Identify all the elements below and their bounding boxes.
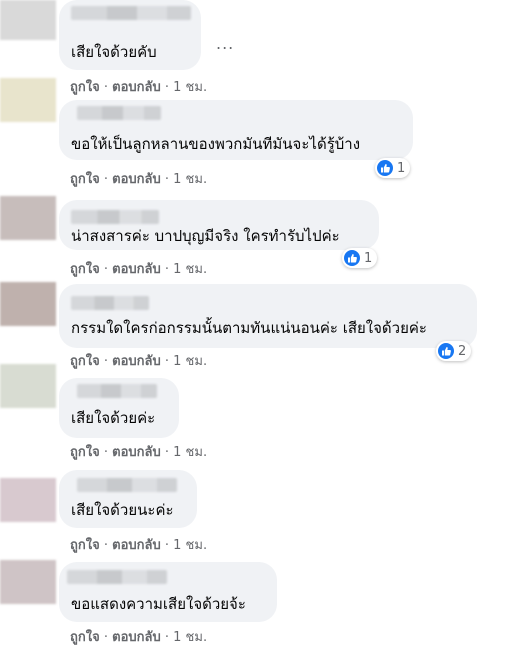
- separator: ·: [164, 630, 170, 645]
- comment-text: ขอแสดงความเสียใจด้วยจ้ะ: [71, 595, 246, 613]
- comment-text: กรรมใดใครก่อกรรมนั้นตามทันแน่นอนค่ะ เสีย…: [71, 319, 427, 337]
- reply-link[interactable]: ตอบกลับ: [112, 172, 161, 187]
- comment-text: เสียใจด้วยคับ: [71, 43, 157, 61]
- comment-bubble: น่าสงสารค่ะ บาปบุญมีจริง ใครทำรับไปค่ะ: [59, 200, 379, 250]
- comment-bubble: เสียใจด้วยค่ะ: [59, 378, 179, 438]
- commenter-name[interactable]: [77, 384, 157, 398]
- reply-link[interactable]: ตอบกลับ: [112, 354, 161, 369]
- separator: ·: [164, 354, 170, 369]
- commenter-name[interactable]: [71, 296, 149, 310]
- separator: ·: [164, 445, 170, 460]
- separator: ·: [164, 172, 170, 187]
- thumbs-up-icon: [438, 343, 454, 359]
- reply-link[interactable]: ตอบกลับ: [112, 445, 161, 460]
- separator: ·: [164, 80, 170, 95]
- reaction-count[interactable]: 1: [342, 248, 378, 268]
- reply-link[interactable]: ตอบกลับ: [112, 630, 161, 645]
- comment-actions: ถูกใจ · ตอบกลับ · 1 ชม.: [70, 538, 207, 554]
- reply-link[interactable]: ตอบกลับ: [112, 80, 161, 95]
- thumbs-up-icon: [344, 250, 360, 266]
- like-link[interactable]: ถูกใจ: [70, 262, 100, 277]
- like-link[interactable]: ถูกใจ: [70, 172, 100, 187]
- comment-text: เสียใจด้วยนะค่ะ: [71, 501, 174, 519]
- like-link[interactable]: ถูกใจ: [70, 445, 100, 460]
- comment-actions: ถูกใจ · ตอบกลับ · 1 ชม.: [70, 354, 207, 370]
- comment-text: ขอให้เป็นลูกหลานของพวกมันทีมันจะได้รู้บ้…: [71, 135, 361, 153]
- timestamp[interactable]: 1 ชม.: [173, 445, 207, 460]
- like-link[interactable]: ถูกใจ: [70, 630, 100, 645]
- separator: ·: [103, 80, 108, 95]
- separator: ·: [103, 445, 108, 460]
- like-link[interactable]: ถูกใจ: [70, 354, 100, 369]
- comment-bubble: กรรมใดใครก่อกรรมนั้นตามทันแน่นอนค่ะ เสีย…: [59, 284, 477, 348]
- separator: ·: [103, 630, 108, 645]
- more-options-icon[interactable]: ...: [216, 34, 234, 53]
- comment-actions: ถูกใจ · ตอบกลับ · 1 ชม.: [70, 172, 207, 188]
- avatar[interactable]: [0, 0, 56, 40]
- avatar[interactable]: [0, 78, 56, 122]
- like-link[interactable]: ถูกใจ: [70, 80, 100, 95]
- commenter-name[interactable]: [67, 570, 167, 584]
- commenter-name[interactable]: [71, 6, 191, 20]
- comment-text: น่าสงสารค่ะ บาปบุญมีจริง ใครทำรับไปค่ะ: [71, 227, 340, 245]
- reaction-number: 1: [364, 250, 373, 266]
- avatar[interactable]: [0, 560, 56, 604]
- timestamp[interactable]: 1 ชม.: [173, 172, 207, 187]
- timestamp[interactable]: 1 ชม.: [173, 538, 207, 553]
- separator: ·: [164, 538, 170, 553]
- like-link[interactable]: ถูกใจ: [70, 538, 100, 553]
- comment-actions: ถูกใจ · ตอบกลับ · 1 ชม.: [70, 262, 207, 278]
- timestamp[interactable]: 1 ชม.: [173, 80, 207, 95]
- thumbs-up-icon: [377, 160, 393, 176]
- avatar[interactable]: [0, 478, 56, 522]
- comment-actions: ถูกใจ · ตอบกลับ · 1 ชม.: [70, 445, 207, 461]
- comment-actions: ถูกใจ · ตอบกลับ · 1 ชม.: [70, 80, 207, 96]
- reaction-number: 2: [458, 343, 467, 359]
- reply-link[interactable]: ตอบกลับ: [112, 262, 161, 277]
- comment-actions: ถูกใจ · ตอบกลับ · 1 ชม.: [70, 630, 207, 646]
- comment-bubble: ขอแสดงความเสียใจด้วยจ้ะ: [59, 562, 277, 622]
- separator: ·: [103, 172, 108, 187]
- separator: ·: [103, 538, 108, 553]
- separator: ·: [103, 262, 108, 277]
- commenter-name[interactable]: [71, 210, 159, 224]
- commenter-name[interactable]: [77, 478, 177, 492]
- reaction-number: 1: [397, 160, 406, 176]
- reaction-count[interactable]: 2: [436, 341, 472, 361]
- separator: ·: [103, 354, 108, 369]
- timestamp[interactable]: 1 ชม.: [173, 262, 207, 277]
- avatar[interactable]: [0, 282, 56, 326]
- comment-bubble: เสียใจด้วยคับ: [59, 0, 201, 70]
- avatar[interactable]: [0, 196, 56, 240]
- timestamp[interactable]: 1 ชม.: [173, 354, 207, 369]
- reaction-count[interactable]: 1: [375, 158, 411, 178]
- comment-text: เสียใจด้วยค่ะ: [71, 409, 156, 427]
- commenter-name[interactable]: [77, 106, 161, 120]
- separator: ·: [164, 262, 170, 277]
- comment-bubble: ขอให้เป็นลูกหลานของพวกมันทีมันจะได้รู้บ้…: [59, 100, 413, 160]
- avatar[interactable]: [0, 364, 56, 408]
- timestamp[interactable]: 1 ชม.: [173, 630, 207, 645]
- reply-link[interactable]: ตอบกลับ: [112, 538, 161, 553]
- comment-bubble: เสียใจด้วยนะค่ะ: [59, 470, 197, 528]
